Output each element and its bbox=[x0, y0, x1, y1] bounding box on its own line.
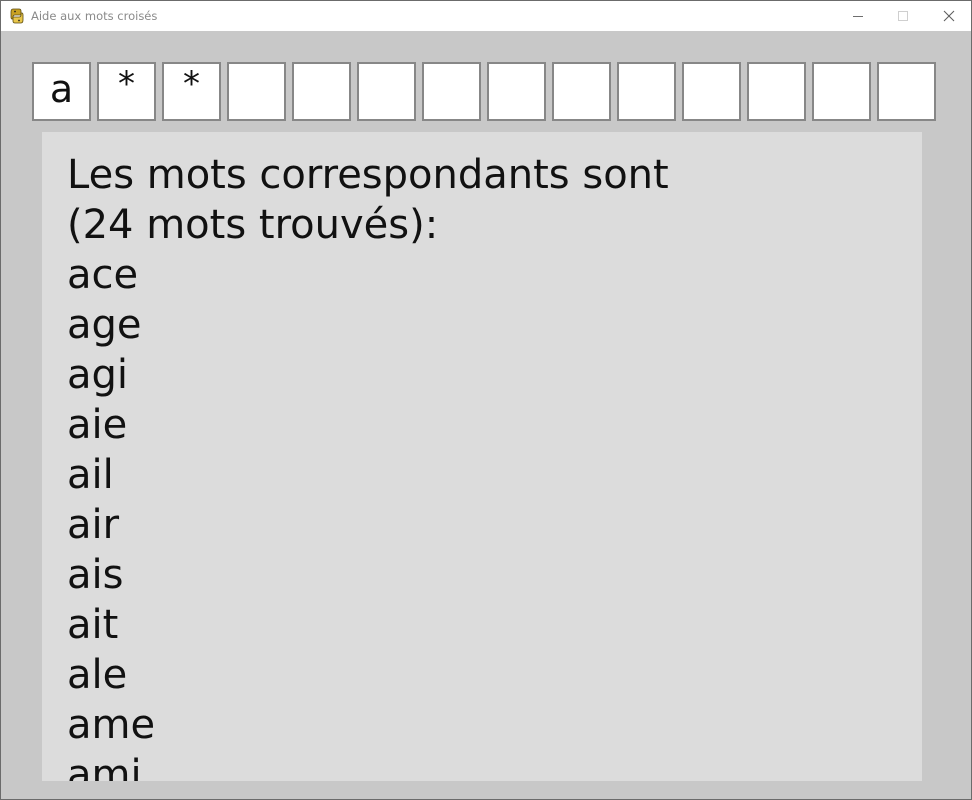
python-snake-icon bbox=[10, 8, 24, 24]
letter-cell-11[interactable] bbox=[682, 62, 741, 121]
letter-cell-14[interactable] bbox=[877, 62, 936, 121]
word-item: ace bbox=[67, 252, 139, 298]
word-item: agi bbox=[67, 352, 129, 398]
window-title: Aide aux mots croisés bbox=[31, 9, 158, 23]
letter-cell-8[interactable] bbox=[487, 62, 546, 121]
letter-cell-3[interactable]: * bbox=[162, 62, 221, 121]
word-item: age bbox=[67, 302, 142, 348]
letter-cell-2[interactable]: * bbox=[97, 62, 156, 121]
letter-cell-9[interactable] bbox=[552, 62, 611, 121]
letter-cell-1[interactable]: a bbox=[32, 62, 91, 121]
maximize-icon bbox=[898, 11, 908, 21]
word-item: aie bbox=[67, 402, 128, 448]
minimize-button[interactable] bbox=[835, 1, 881, 31]
letter-cell-6[interactable] bbox=[357, 62, 416, 121]
letter-cell-10[interactable] bbox=[617, 62, 676, 121]
word-item: ame bbox=[67, 702, 156, 748]
results-header: Les mots correspondants sont bbox=[67, 152, 669, 198]
minimize-icon bbox=[853, 16, 863, 17]
letter-cell-12[interactable] bbox=[747, 62, 806, 121]
word-item: ais bbox=[67, 552, 124, 598]
maximize-button[interactable] bbox=[881, 1, 927, 31]
word-item: ale bbox=[67, 652, 128, 698]
title-bar[interactable]: Aide aux mots croisés bbox=[1, 1, 971, 31]
app-window: Aide aux mots croisés a * * Les mots cor… bbox=[0, 0, 972, 800]
results-panel[interactable]: Les mots correspondants sont (24 mots tr… bbox=[42, 132, 922, 781]
close-icon bbox=[943, 10, 955, 22]
letter-cell-13[interactable] bbox=[812, 62, 871, 121]
word-item: air bbox=[67, 502, 120, 548]
word-item: ami bbox=[67, 752, 142, 781]
letter-cell-7[interactable] bbox=[422, 62, 481, 121]
results-count: (24 mots trouvés): bbox=[67, 202, 439, 248]
results-list: Les mots correspondants sont (24 mots tr… bbox=[67, 150, 669, 781]
letter-cell-4[interactable] bbox=[227, 62, 286, 121]
letter-cell-5[interactable] bbox=[292, 62, 351, 121]
close-button[interactable] bbox=[926, 1, 971, 31]
word-item: ait bbox=[67, 602, 119, 648]
word-item: ail bbox=[67, 452, 114, 498]
